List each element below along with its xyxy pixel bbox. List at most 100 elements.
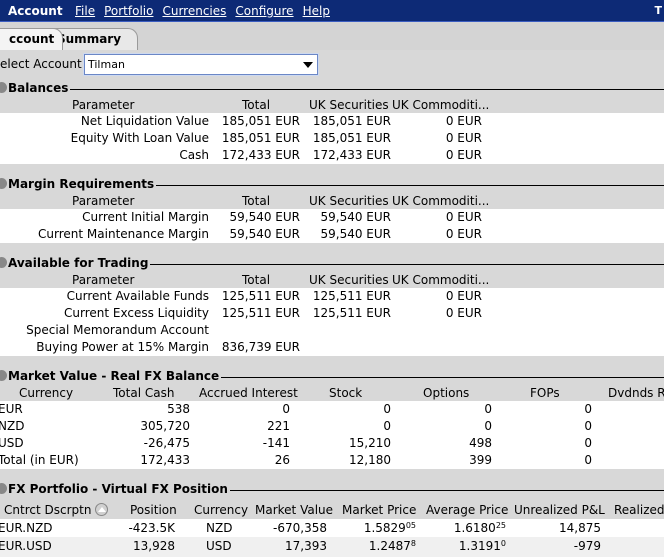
section-header-fx-portfolio[interactable]: FX Portfolio - Virtual FX Position [0,481,664,498]
col-header: UK Securities [309,98,389,112]
options-cell: 0 [484,419,492,433]
sort-ascending-icon[interactable] [95,503,109,516]
collapse-toggle-icon[interactable] [0,257,7,268]
section-title: Balances [8,81,71,95]
section-header-margin[interactable]: Margin Requirements [0,176,664,193]
table-row: Current Initial Margin 59,540 EUR 59,540… [0,209,664,226]
collapse-toggle-icon[interactable] [0,483,7,494]
average-price-cell: 1.618025 [453,521,506,535]
account-dropdown-value: Tilman [88,58,125,71]
col-header[interactable]: Unrealized P&L [514,503,605,517]
table-row: Current Available Funds 125,511 EUR 125,… [0,288,664,305]
section-title: FX Portfolio - Virtual FX Position [8,482,230,496]
col-header[interactable]: Currency [194,503,248,517]
uk-commodities-value: 0 EUR [445,289,482,303]
uk-commodities-value: 0 EUR [445,114,482,128]
col-header: Total [242,98,271,112]
param-label: Current Excess Liquidity [64,306,209,320]
fx-column-headers: Cntrct Dscrptn Position Currency Market … [0,502,664,518]
total-value: 836,739 EUR [221,340,300,354]
menu-help[interactable]: Help [303,4,330,18]
currency-cell: EUR [0,402,23,416]
options-cell: 498 [469,436,492,450]
options-cell: 399 [469,453,492,467]
section-header-trading[interactable]: Available for Trading [0,255,664,272]
collapse-toggle-icon[interactable] [0,82,7,93]
section-title: Margin Requirements [8,177,157,191]
fops-cell: 0 [584,453,592,467]
collapse-toggle-icon[interactable] [0,370,7,381]
trading-table: Current Available Funds 125,511 EUR 125,… [0,288,664,356]
collapse-toggle-icon[interactable] [0,178,7,189]
menu-currencies[interactable]: Currencies [162,4,226,18]
col-header: Parameter [72,273,135,287]
table-row[interactable]: EUR.USD 13,928 USD 17,393 1.24878 1.3191… [0,537,664,557]
account-panel: elect Account Tilman Balances Parameter … [0,50,664,557]
divider [8,89,664,90]
section-header-balances[interactable]: Balances [0,80,664,97]
param-label: Current Maintenance Margin [38,227,209,241]
col-header: Accrued Interest [199,386,298,400]
table-row[interactable]: EUR.NZD -423.5K NZD -670,358 1.582905 1.… [0,519,664,537]
col-header: Total [242,273,271,287]
total-cash-cell: -26,475 [143,436,190,450]
col-header: Currency [19,386,74,400]
col-header: FOPs [530,386,560,400]
table-row: Current Excess Liquidity 125,511 EUR 125… [0,305,664,322]
market-value-table: EUR 538 0 0 0 0 NZD 305,720 221 0 0 0 US… [0,401,664,469]
uk-commodities-value: 0 EUR [445,148,482,162]
currency-cell: USD [206,539,232,553]
app-title: Account [8,3,63,18]
menu-portfolio[interactable]: Portfolio [104,4,153,18]
stock-cell: 12,180 [349,453,391,467]
accrued-interest-cell: 221 [267,419,290,433]
window-title-fragment: T [654,4,662,17]
section-header-market-value[interactable]: Market Value - Real FX Balance [0,368,664,385]
total-cash-cell: 172,433 [140,453,190,467]
position-cell: -423.5K [128,521,175,535]
currency-cell: Total (in EUR) [0,453,79,467]
tab-strip: ccount Summary [0,22,664,50]
col-header[interactable]: Market Value [255,503,333,517]
col-header[interactable]: Position [130,503,177,517]
margin-column-headers: Parameter Total UK Securities UK Commodi… [0,193,664,209]
account-dropdown[interactable]: Tilman [84,54,318,75]
col-header[interactable]: Realized [614,503,664,517]
market-value-cell: 17,393 [285,539,327,553]
param-label: Cash [179,148,209,162]
param-label: Buying Power at 15% Margin [36,340,209,354]
col-header: Options [423,386,470,400]
table-row: Equity With Loan Value 185,051 EUR 185,0… [0,130,664,147]
col-header: Parameter [72,194,135,208]
fops-cell: 0 [584,436,592,450]
tab-account[interactable]: ccount [0,28,64,50]
total-cash-cell: 538 [167,402,190,416]
param-label: Special Memorandum Account [26,323,209,337]
col-header: UK Securities [309,194,389,208]
param-label: Net Liquidation Value [80,114,209,128]
table-row: USD -26,475 -141 15,210 498 0 [0,435,664,452]
col-header: Stock [329,386,363,400]
col-header-contract-description[interactable]: Cntrct Dscrptn [4,503,109,517]
stock-cell: 0 [383,402,391,416]
section-title: Available for Trading [8,256,151,270]
trading-column-headers: Parameter Total UK Securities UK Commodi… [0,272,664,288]
total-value: 172,433 EUR [221,148,300,162]
stock-cell: 0 [383,419,391,433]
menu-file[interactable]: File [75,4,95,18]
menu-configure[interactable]: Configure [235,4,293,18]
balances-table: Net Liquidation Value 185,051 EUR 185,05… [0,113,664,164]
uk-securities-value: 125,511 EUR [312,306,391,320]
col-header: Dvdnds Re [608,386,664,400]
accrued-interest-cell: 0 [282,402,290,416]
chevron-down-icon[interactable] [303,62,313,68]
col-header[interactable]: Market Price [342,503,416,517]
options-cell: 0 [484,402,492,416]
market-price-cell: 1.24878 [368,539,416,553]
table-row: EUR 538 0 0 0 0 [0,401,664,418]
table-row: Total (in EUR) 172,433 26 12,180 399 0 [0,452,664,469]
accrued-interest-cell: 26 [274,453,290,467]
col-header[interactable]: Average Price [426,503,508,517]
fops-cell: 0 [584,419,592,433]
total-value: 59,540 EUR [229,210,300,224]
